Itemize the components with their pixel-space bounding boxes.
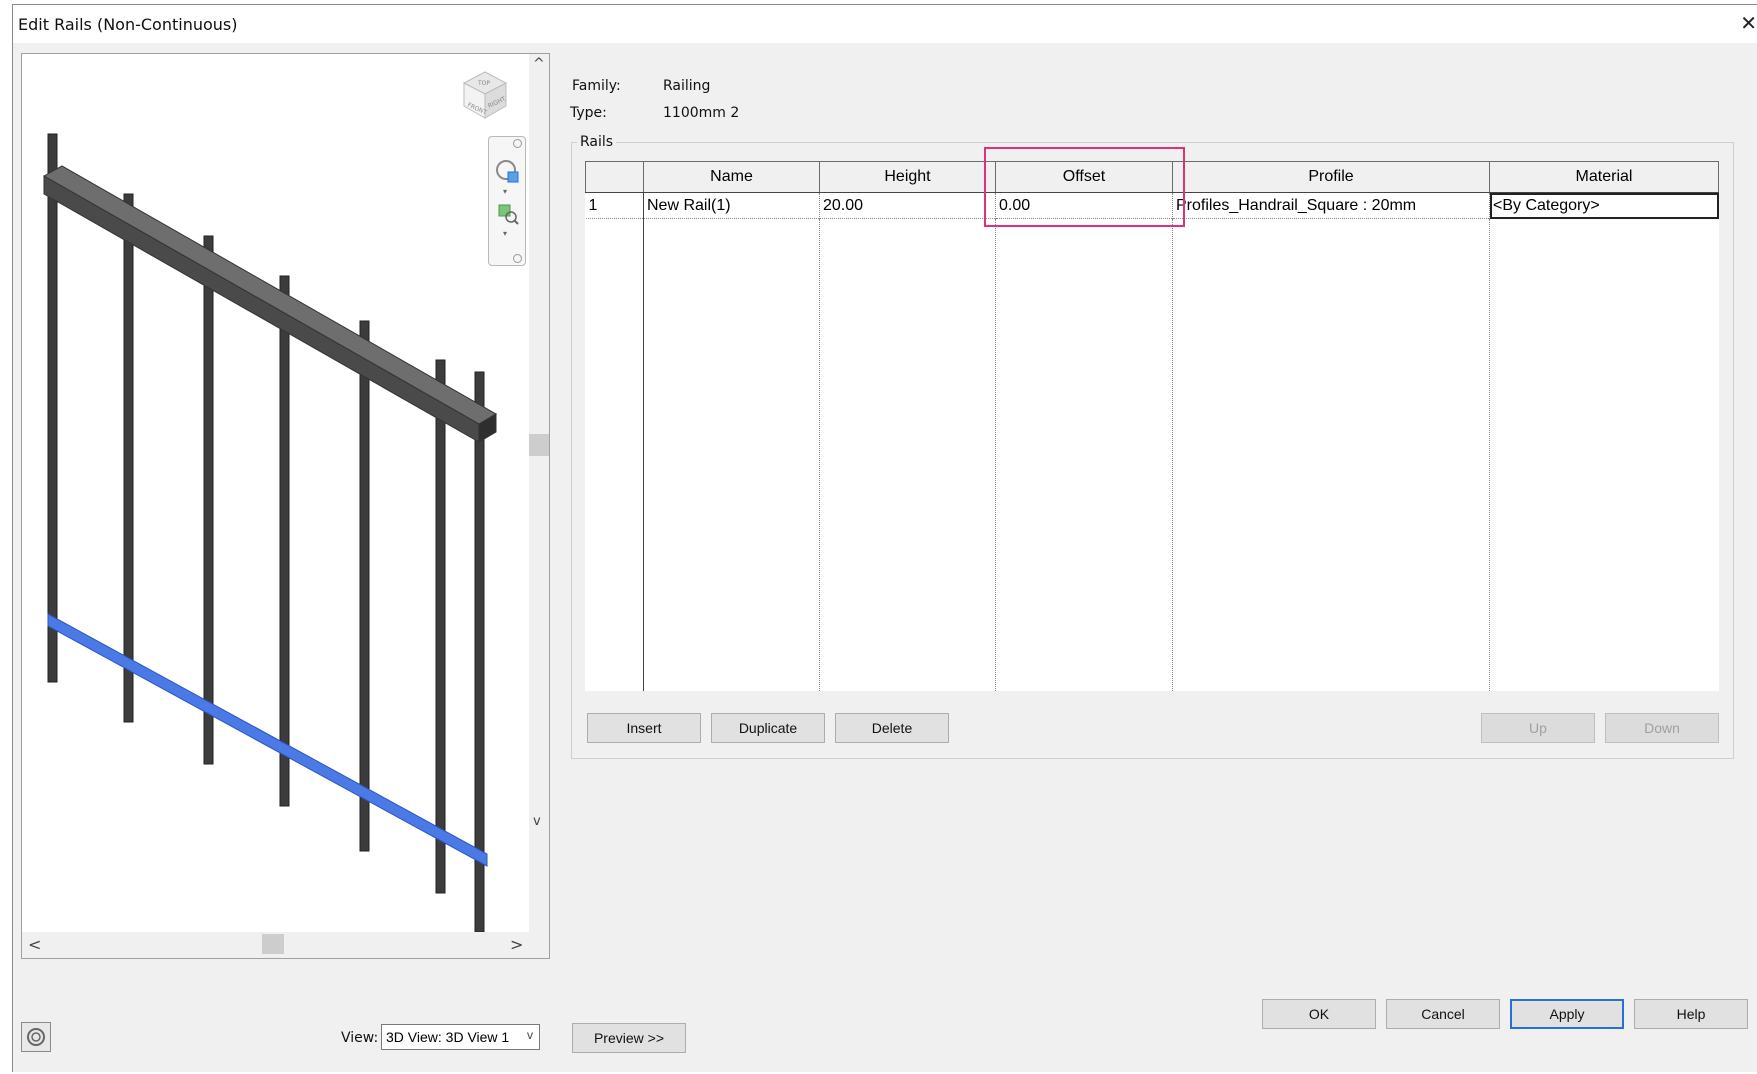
top-rail-side <box>43 175 480 443</box>
family-label: Family: <box>572 78 621 94</box>
preview-button[interactable]: Preview >> <box>572 1023 686 1053</box>
delete-button[interactable]: Delete <box>835 713 949 743</box>
down-button[interactable]: Down <box>1605 713 1719 743</box>
chevron-down-icon[interactable]: ▾ <box>503 229 507 238</box>
table-empty-area <box>585 218 1719 692</box>
duplicate-button[interactable]: Duplicate <box>711 713 825 743</box>
horizontal-scroll-thumb[interactable] <box>262 934 284 954</box>
column-header-profile[interactable]: Profile <box>1172 161 1490 193</box>
post-3 <box>203 235 214 765</box>
post-6 <box>435 359 446 894</box>
chevron-down-icon: v <box>527 1028 533 1042</box>
bottom-rail <box>47 613 488 867</box>
row-number-header <box>585 161 644 193</box>
vertical-scroll-thumb[interactable] <box>529 434 549 456</box>
type-label: Type: <box>570 105 607 121</box>
cell-profile[interactable]: Profiles_Handrail_Square : 20mm <box>1172 192 1490 219</box>
family-value: Railing <box>663 78 711 94</box>
cell-height[interactable]: 20.00 <box>819 192 996 219</box>
post-1 <box>47 133 58 683</box>
scroll-left-icon[interactable]: < <box>28 935 41 954</box>
column-header-offset[interactable]: Offset <box>995 161 1173 193</box>
navbar-options-icon[interactable] <box>513 254 522 263</box>
cell-material[interactable]: <By Category> <box>1489 192 1719 219</box>
empty-cell <box>819 218 996 691</box>
table-row[interactable]: 1 New Rail(1) 20.00 0.00 Profiles_Handra… <box>585 192 1719 219</box>
title-bar: Edit Rails (Non-Continuous) ✕ <box>13 5 1757 43</box>
row-number-empty <box>585 218 644 691</box>
table-header-row: Name Height Offset Profile Material <box>585 161 1719 193</box>
chevron-down-icon[interactable]: ▾ <box>503 187 507 196</box>
apply-button[interactable]: Apply <box>1510 999 1624 1029</box>
cancel-button[interactable]: Cancel <box>1386 999 1500 1029</box>
insert-button[interactable]: Insert <box>587 713 701 743</box>
help-button[interactable]: Help <box>1634 999 1748 1029</box>
rails-table: Name Height Offset Profile Material 1 Ne… <box>585 161 1719 691</box>
dialog-title: Edit Rails (Non-Continuous) <box>18 15 238 34</box>
column-header-name[interactable]: Name <box>643 161 820 193</box>
empty-cell <box>995 218 1173 691</box>
navbar-close-icon[interactable] <box>513 139 522 148</box>
preview-viewport[interactable]: TOP FRONT RIGHT ▾ ▾ ^ v < > <box>21 53 550 959</box>
empty-cell <box>1172 218 1490 691</box>
cell-name[interactable]: New Rail(1) <box>643 192 820 219</box>
scroll-down-icon[interactable]: v <box>533 814 541 829</box>
column-header-material[interactable]: Material <box>1489 161 1719 193</box>
steering-wheel-icon[interactable] <box>495 159 521 185</box>
zoom-icon[interactable] <box>497 203 519 225</box>
row-number[interactable]: 1 <box>585 192 644 219</box>
viewcube[interactable]: TOP FRONT RIGHT <box>460 68 510 126</box>
rails-group-label: Rails <box>577 134 617 150</box>
column-header-height[interactable]: Height <box>819 161 996 193</box>
svg-text:TOP: TOP <box>477 80 490 87</box>
view-select-value: 3D View: 3D View 1 <box>386 1029 510 1045</box>
view-label: View: <box>341 1030 379 1046</box>
up-button[interactable]: Up <box>1481 713 1595 743</box>
scroll-right-icon[interactable]: > <box>510 935 523 954</box>
post-2 <box>123 193 134 723</box>
scroll-up-icon[interactable]: ^ <box>533 56 545 72</box>
view-select[interactable]: 3D View: 3D View 1 v <box>381 1024 540 1050</box>
empty-cell <box>1490 219 1719 692</box>
ok-button[interactable]: OK <box>1262 999 1376 1029</box>
close-icon[interactable]: ✕ <box>1740 11 1757 35</box>
post-4 <box>279 275 290 807</box>
railing-3d-preview <box>42 133 497 933</box>
navigation-bar[interactable]: ▾ ▾ <box>488 136 526 266</box>
navigation-wheel-icon[interactable] <box>21 1022 51 1052</box>
empty-cell <box>643 218 820 691</box>
post-5 <box>359 320 370 852</box>
type-value: 1100mm 2 <box>663 105 740 121</box>
vertical-scrollbar[interactable]: ^ v <box>529 54 549 934</box>
cell-offset[interactable]: 0.00 <box>995 192 1173 219</box>
horizontal-scrollbar[interactable]: < > <box>22 932 549 958</box>
top-rail-top <box>42 165 497 425</box>
